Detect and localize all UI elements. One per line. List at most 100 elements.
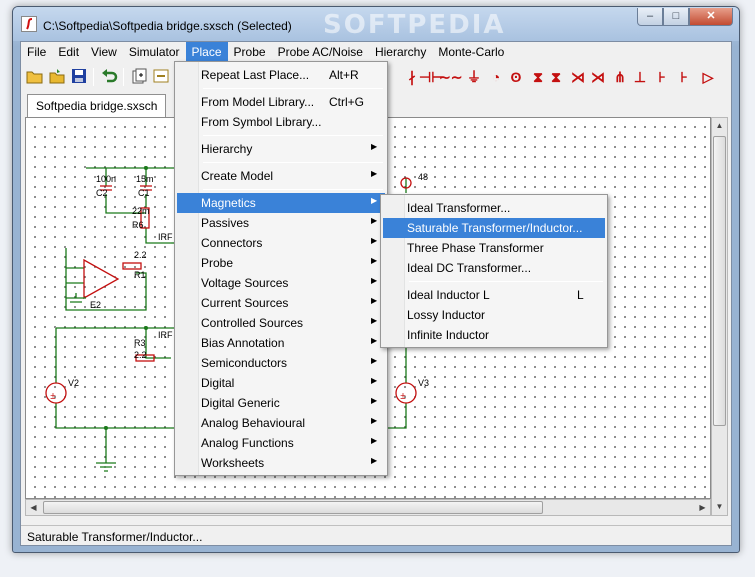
label-c2: C2	[96, 188, 108, 198]
label-irf-top: IRF	[158, 232, 173, 242]
submenu-arrow-icon: ▶	[371, 356, 378, 365]
menu-item-probe[interactable]: Probe ▶	[177, 253, 385, 273]
menu-item-ideal-inductor[interactable]: Ideal Inductor L L	[383, 285, 605, 305]
inductor-tool-icon[interactable]: ∼∼	[439, 67, 462, 87]
menu-item-ideal-transformer[interactable]: Ideal Transformer...	[383, 198, 605, 218]
menu-item-repeat-last-place[interactable]: Repeat Last Place... Alt+R	[177, 65, 385, 85]
menu-item-analog-functions[interactable]: Analog Functions ▶	[177, 433, 385, 453]
submenu-arrow-icon: ▶	[371, 336, 378, 345]
diode-tool-icon[interactable]: ⧗	[529, 67, 547, 87]
watermark: SOFTPEDIA	[323, 10, 506, 40]
menu-item-current-sources[interactable]: Current Sources ▶	[177, 293, 385, 313]
menu-separator	[203, 189, 383, 190]
menu-item-label: Connectors	[201, 236, 263, 250]
menu-item-digital-generic[interactable]: Digital Generic ▶	[177, 393, 385, 413]
scroll-up-icon[interactable]: ▲	[712, 118, 727, 133]
pnp-tool-icon[interactable]: ⋊	[589, 67, 607, 87]
menu-item-connectors[interactable]: Connectors ▶	[177, 233, 385, 253]
place-icon[interactable]	[151, 67, 171, 87]
submenu-arrow-icon: ▶	[371, 196, 378, 205]
menu-item-worksheets[interactable]: Worksheets ▶	[177, 453, 385, 473]
menu-item-hierarchy[interactable]: Hierarchy ▶	[177, 139, 385, 159]
menu-item-label: Voltage Sources	[201, 276, 289, 290]
menu-item-controlled-sources[interactable]: Controlled Sources ▶	[177, 313, 385, 333]
menu-item-ideal-dc-transformer[interactable]: Ideal DC Transformer...	[383, 258, 605, 278]
voltage-source-tool-icon[interactable]: ◔	[487, 67, 505, 87]
title-bar[interactable]: C:\Softpedia\Softpedia bridge.sxsch (Sel…	[13, 7, 739, 41]
menu-item-label: Three Phase Transformer	[407, 241, 544, 255]
zener-tool-icon[interactable]: ⧗	[547, 67, 565, 87]
menu-item-semiconductors[interactable]: Semiconductors ▶	[177, 353, 385, 373]
svg-text:±: ±	[400, 391, 406, 402]
menu-item-digital[interactable]: Digital ▶	[177, 373, 385, 393]
menu-item-magnetics[interactable]: Magnetics ▶	[177, 193, 385, 213]
maximize-button[interactable]: □	[663, 8, 689, 26]
menu-item-create-model[interactable]: Create Model ▶	[177, 166, 385, 186]
menu-item-label: Worksheets	[201, 456, 265, 470]
menu-probe[interactable]: Probe	[228, 42, 272, 62]
window-controls: – □ ✕	[637, 8, 733, 26]
menu-probe-ac-noise[interactable]: Probe AC/Noise	[272, 42, 369, 62]
tab-softpedia-bridge[interactable]: Softpedia bridge.sxsch	[27, 94, 167, 118]
menu-item-analog-behavioural[interactable]: Analog Behavioural ▶	[177, 413, 385, 433]
scroll-down-icon[interactable]: ▼	[712, 499, 727, 514]
menu-item-label: From Symbol Library...	[201, 115, 322, 129]
jfet-n-tool-icon[interactable]: ⊦	[653, 67, 671, 87]
vertical-scrollbar[interactable]: ▲ ▼	[711, 117, 728, 516]
label-e2: E2	[90, 300, 101, 310]
menu-hierarchy[interactable]: Hierarchy	[369, 42, 432, 62]
scroll-left-icon[interactable]: ◀	[26, 500, 41, 515]
menu-separator	[203, 88, 383, 89]
submenu-arrow-icon: ▶	[371, 276, 378, 285]
new-icon[interactable]	[129, 67, 149, 87]
open-icon[interactable]	[47, 67, 67, 87]
label-22m: 22m	[132, 206, 150, 216]
horizontal-scrollbar[interactable]: ◀ ▶	[25, 499, 711, 516]
magnetics-submenu: Ideal Transformer... Saturable Transform…	[380, 194, 608, 348]
menu-item-bias-annotation[interactable]: Bias Annotation ▶	[177, 333, 385, 353]
npn-tool-icon[interactable]: ⋊	[569, 67, 587, 87]
close-button[interactable]: ✕	[689, 8, 733, 26]
menu-item-passives[interactable]: Passives ▶	[177, 213, 385, 233]
menu-monte-carlo[interactable]: Monte-Carlo	[432, 42, 510, 62]
menu-item-label: Semiconductors	[201, 356, 288, 370]
menu-bar: File Edit View Simulator Place Probe Pro…	[21, 42, 731, 62]
menu-item-from-model-library[interactable]: From Model Library... Ctrl+G	[177, 92, 385, 112]
menu-item-infinite-inductor[interactable]: Infinite Inductor	[383, 325, 605, 345]
toolbar-separator	[93, 68, 94, 86]
menu-edit[interactable]: Edit	[52, 42, 85, 62]
menu-separator	[409, 281, 603, 282]
svg-text:±: ±	[50, 391, 56, 402]
menu-item-three-phase-transformer[interactable]: Three Phase Transformer	[383, 238, 605, 258]
scroll-right-icon[interactable]: ▶	[695, 500, 710, 515]
submenu-arrow-icon: ▶	[371, 316, 378, 325]
submenu-arrow-icon: ▶	[371, 296, 378, 305]
capacitor-tool-icon[interactable]: ⊣⊢	[419, 67, 443, 87]
label-r6: R6	[132, 220, 144, 230]
menu-item-saturable-transformer[interactable]: Saturable Transformer/Inductor...	[383, 218, 605, 238]
menu-file[interactable]: File	[21, 42, 52, 62]
pmos-tool-icon[interactable]: ⊥	[631, 67, 649, 87]
save-icon[interactable]	[69, 67, 89, 87]
open-folder-icon[interactable]	[25, 67, 45, 87]
toolbar-separator	[123, 68, 124, 86]
ground-tool-icon[interactable]: ⏚	[465, 67, 483, 87]
current-source-tool-icon[interactable]: ʘ	[507, 67, 525, 87]
menu-item-label: Hierarchy	[201, 142, 253, 156]
menu-item-from-symbol-library[interactable]: From Symbol Library...	[177, 112, 385, 132]
jfet-p-tool-icon[interactable]: ⊦	[675, 67, 693, 87]
menu-item-label: Ideal Transformer...	[407, 201, 511, 215]
menu-place[interactable]: Place	[185, 42, 228, 62]
minimize-button[interactable]: –	[637, 8, 663, 26]
menu-item-voltage-sources[interactable]: Voltage Sources ▶	[177, 273, 385, 293]
menu-simulator[interactable]: Simulator	[123, 42, 186, 62]
vertical-scroll-thumb[interactable]	[713, 136, 726, 426]
horizontal-scroll-thumb[interactable]	[43, 501, 543, 514]
status-bar: Saturable Transformer/Inductor...	[21, 525, 731, 545]
undo-icon[interactable]	[99, 67, 119, 87]
menu-item-lossy-inductor[interactable]: Lossy Inductor	[383, 305, 605, 325]
opamp-tool-icon[interactable]: ▷	[699, 67, 717, 87]
menu-view[interactable]: View	[85, 42, 123, 62]
menu-item-shortcut: Alt+R	[329, 68, 359, 82]
nmos-tool-icon[interactable]: ⋔	[611, 67, 629, 87]
